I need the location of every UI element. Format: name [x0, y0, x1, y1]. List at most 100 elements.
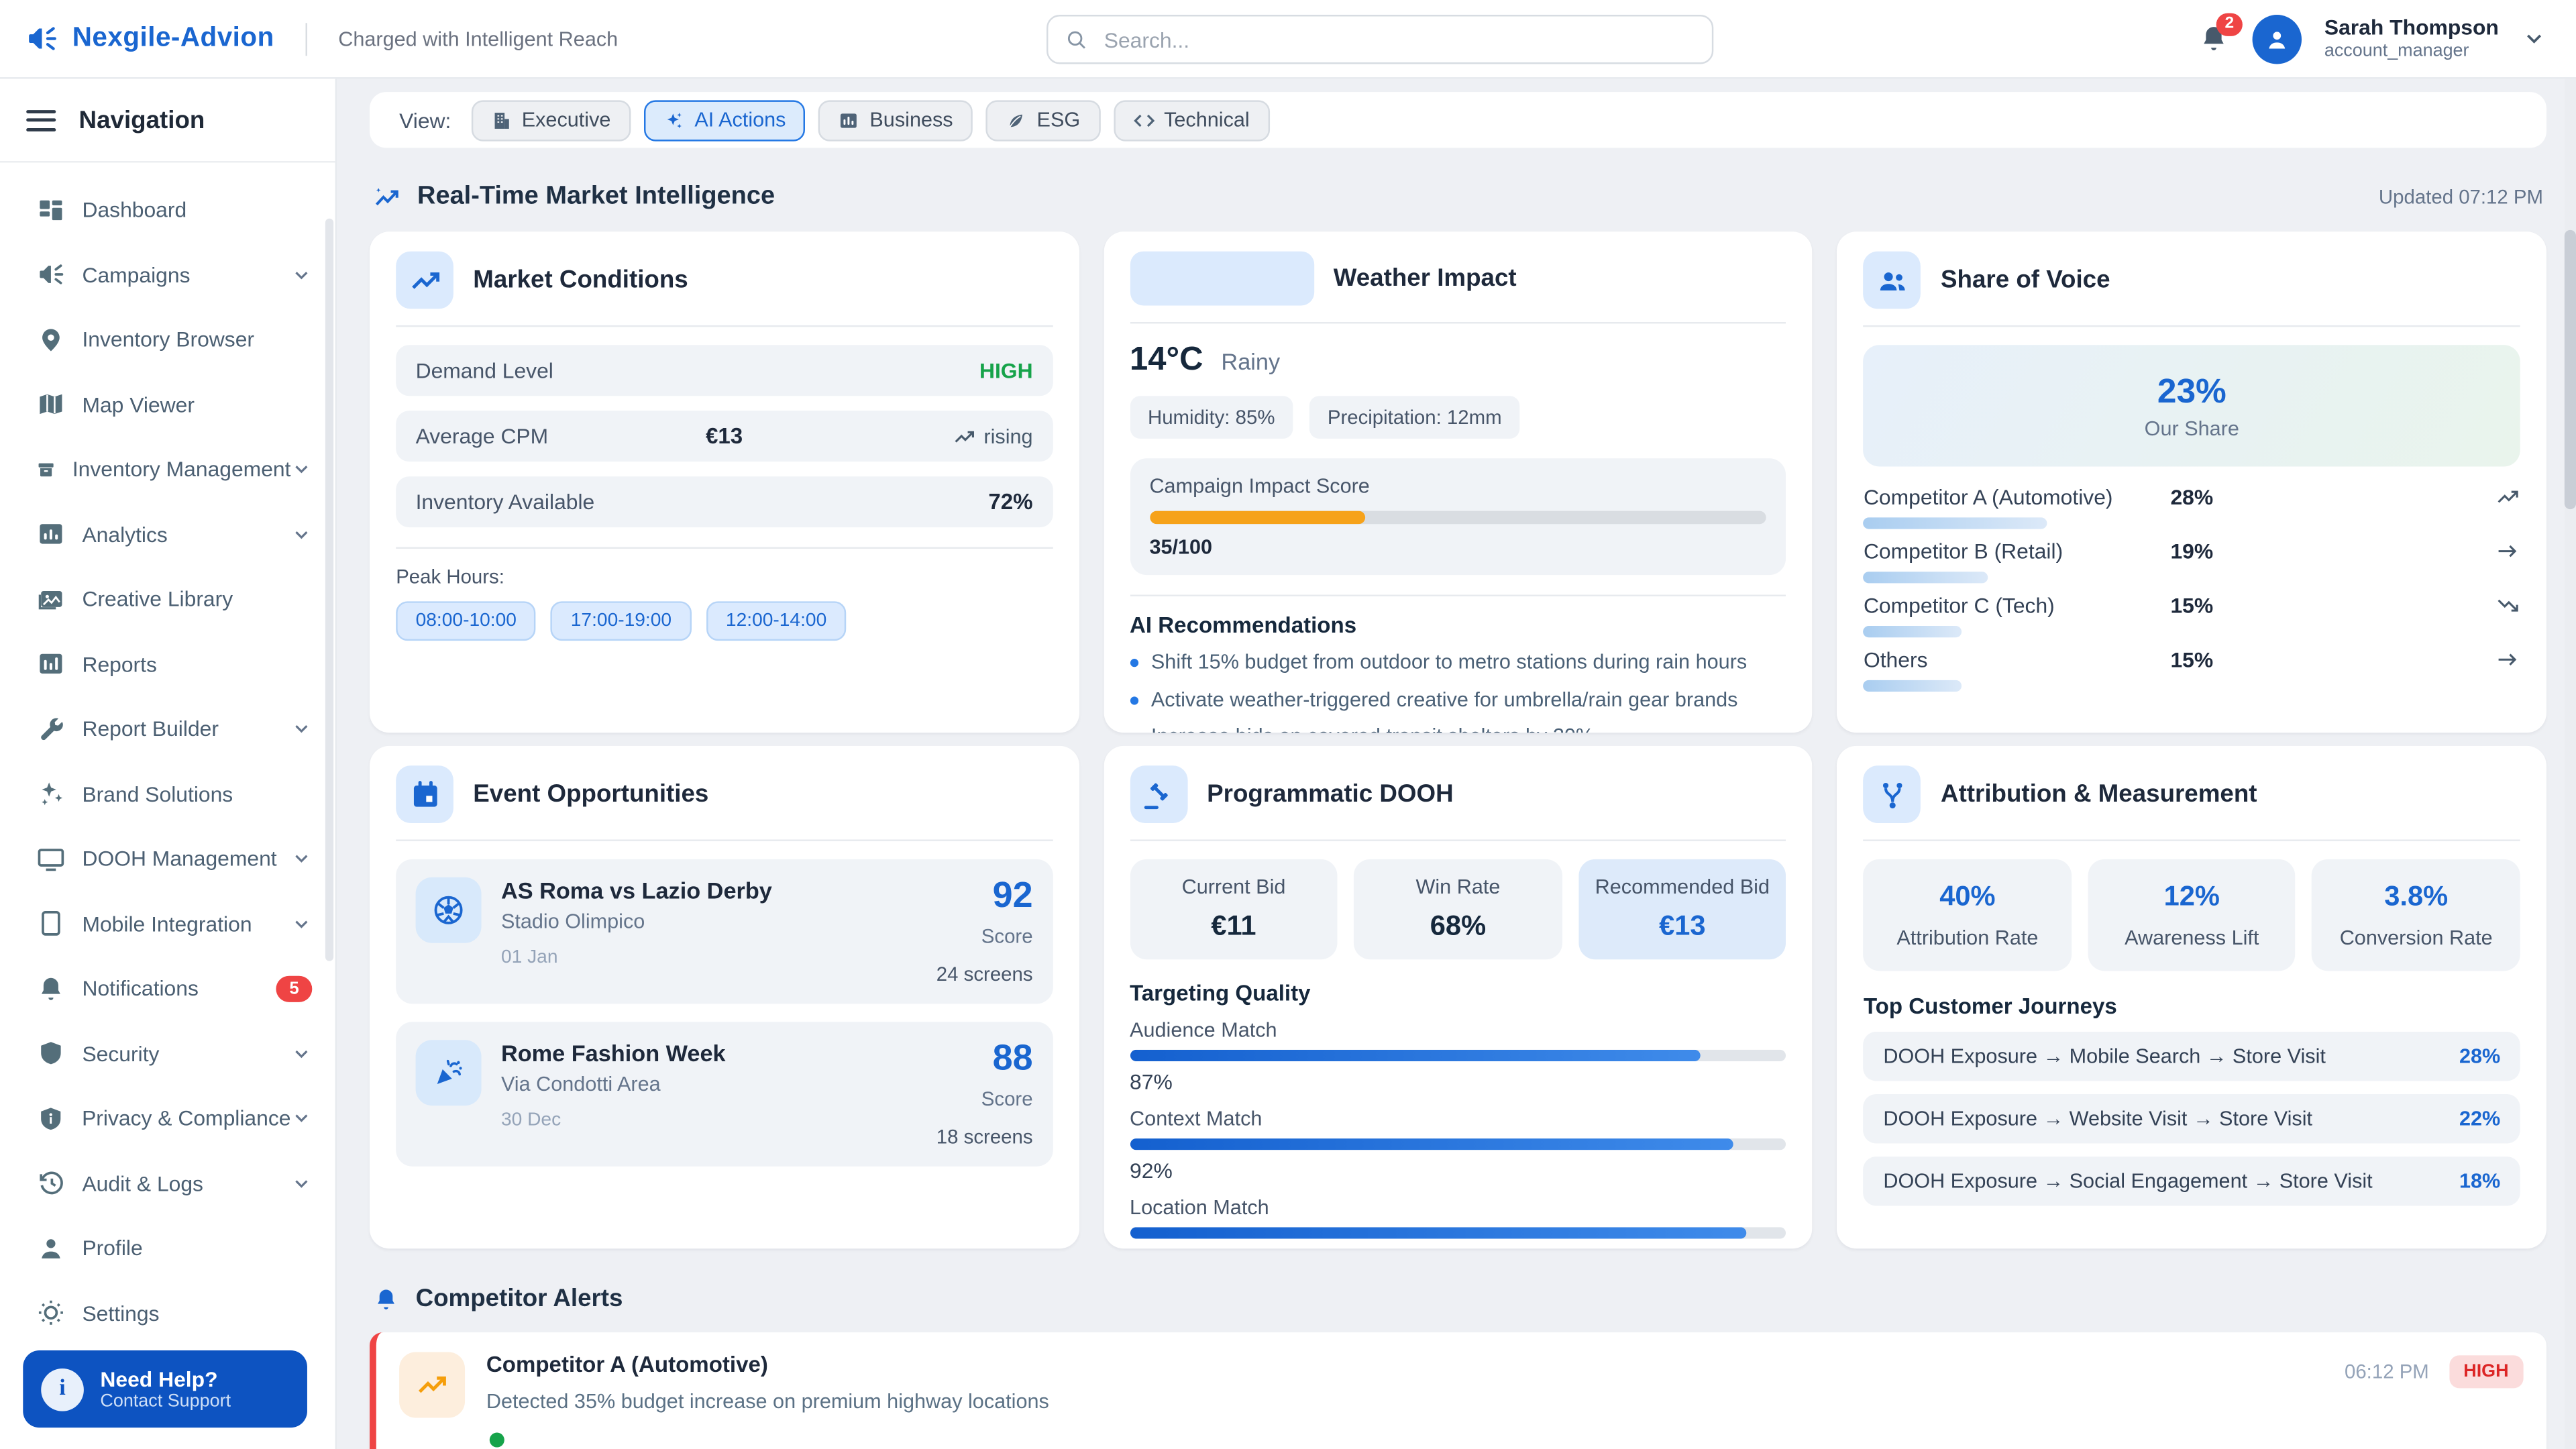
- weather-chips: Humidity: 85% Precipitation: 12mm: [1130, 396, 1786, 439]
- recommendation-item: Activate weather-triggered creative for …: [1130, 688, 1786, 713]
- journey-pct: 28%: [2459, 1045, 2500, 1068]
- bullet-dot: [1130, 659, 1138, 667]
- hamburger-menu-icon[interactable]: [26, 103, 56, 136]
- chevron-down-icon: [290, 718, 312, 740]
- tab-esg[interactable]: ESG: [986, 99, 1100, 140]
- card-header: Event Opportunities: [396, 765, 1053, 841]
- cpm-row: Average CPM €13 rising: [396, 411, 1053, 462]
- sidebar-item-dashboard[interactable]: Dashboard: [0, 177, 335, 242]
- competitor-alert-item[interactable]: Competitor A (Automotive) Detected 35% b…: [370, 1332, 2546, 1449]
- sidebar-item-inventory-browser[interactable]: Inventory Browser: [0, 307, 335, 372]
- notifications-count-badge: 5: [276, 976, 312, 1002]
- event-item[interactable]: Rome Fashion Week Via Condotti Area 30 D…: [396, 1022, 1053, 1167]
- competitor-share-bar: [1864, 680, 1962, 692]
- bar-track: [1130, 1050, 1786, 1061]
- page-scrollbar-thumb[interactable]: [2565, 230, 2576, 509]
- inventory-row: Inventory Available 72%: [396, 476, 1053, 527]
- search-bar[interactable]: [1046, 15, 1713, 64]
- event-item[interactable]: AS Roma vs Lazio Derby Stadio Olimpico 0…: [396, 859, 1053, 1004]
- weather-condition: Rainy: [1221, 348, 1280, 374]
- divider: [1130, 595, 1786, 596]
- bar-value: 87%: [1130, 1069, 1786, 1094]
- demand-level-row: Demand Level HIGH: [396, 345, 1053, 396]
- sidebar-item-analytics[interactable]: Analytics: [0, 502, 335, 567]
- bar-fill: [1130, 1050, 1701, 1061]
- bar-label: Location Match: [1130, 1196, 1786, 1219]
- bar-chart-icon: [36, 649, 66, 679]
- peak-chip: 17:00-19:00: [551, 601, 691, 641]
- sidebar-item-label: Audit & Logs: [82, 1171, 290, 1196]
- card-market-conditions: Market Conditions Demand Level HIGH Aver…: [370, 231, 1079, 733]
- stat-value: 68%: [1367, 910, 1549, 943]
- users-icon: [1864, 252, 1921, 309]
- bar-label: Context Match: [1130, 1108, 1786, 1130]
- gear-icon: [36, 1298, 66, 1328]
- sidebar-item-inventory-management[interactable]: Inventory Management: [0, 437, 335, 502]
- trending-up-icon: [396, 252, 453, 309]
- sidebar-item-mobile-integration[interactable]: Mobile Integration: [0, 892, 335, 957]
- sidebar-item-security[interactable]: Security: [0, 1021, 335, 1086]
- event-name: Rome Fashion Week: [501, 1040, 726, 1066]
- sidebar-item-privacy-compliance[interactable]: Privacy & Compliance: [0, 1086, 335, 1151]
- card-title: Attribution & Measurement: [1941, 780, 2257, 808]
- sidebar-item-profile[interactable]: Profile: [0, 1216, 335, 1281]
- body-row: Navigation Dashboard Campaigns Inventory…: [0, 79, 2576, 1449]
- image-icon: [36, 584, 66, 614]
- leaf-icon: [1006, 109, 1027, 131]
- tab-business[interactable]: Business: [818, 99, 973, 140]
- sidebar-item-label: Inventory Management: [72, 457, 291, 482]
- tab-label: ESG: [1037, 109, 1081, 131]
- sidebar-item-label: Settings: [82, 1301, 312, 1326]
- card-header: Market Conditions: [396, 252, 1053, 327]
- tab-ai-actions[interactable]: AI Actions: [643, 99, 805, 140]
- sidebar-scrollbar-thumb[interactable]: [325, 219, 333, 961]
- sidebar-item-report-builder[interactable]: Report Builder: [0, 696, 335, 761]
- monitor-icon: [36, 844, 66, 873]
- event-score-label: Score: [936, 925, 1033, 948]
- targeting-bar: Location Match 94%: [1130, 1196, 1786, 1248]
- card-weather-impact: Weather Impact 14°C Rainy Humidity: 85% …: [1104, 231, 1813, 733]
- tab-technical[interactable]: Technical: [1113, 99, 1269, 140]
- trend-up-icon: [399, 1352, 465, 1418]
- cpm-trend-text: rising: [983, 425, 1032, 447]
- sidebar-item-audit-logs[interactable]: Audit & Logs: [0, 1151, 335, 1216]
- sidebar-item-notifications[interactable]: Notifications 5: [0, 956, 335, 1021]
- sidebar-item-reports[interactable]: Reports: [0, 632, 335, 697]
- sidebar-item-campaigns[interactable]: Campaigns: [0, 242, 335, 307]
- user-icon: [2262, 24, 2292, 54]
- demand-label: Demand Level: [416, 358, 979, 383]
- recommendation-text: Increase bids on covered transit shelter…: [1151, 725, 1594, 733]
- help-support-button[interactable]: i Need Help? Contact Support: [23, 1350, 307, 1428]
- targeting-bar: Context Match 92%: [1130, 1108, 1786, 1183]
- stat-label: Attribution Rate: [1874, 926, 2062, 949]
- stat-label: Win Rate: [1367, 875, 1549, 898]
- bar-value: 92%: [1130, 1159, 1786, 1183]
- sidebar-item-map-viewer[interactable]: Map Viewer: [0, 372, 335, 437]
- card-header: Attribution & Measurement: [1864, 765, 2520, 841]
- competitor-share: 19%: [2170, 539, 2213, 564]
- notification-count-badge: 2: [2216, 13, 2242, 36]
- temperature-value: 14°C: [1130, 341, 1203, 379]
- section-title-wrap: Real-Time Market Intelligence: [373, 182, 775, 212]
- sidebar-item-creative-library[interactable]: Creative Library: [0, 567, 335, 632]
- chevron-down-icon: [290, 1108, 312, 1129]
- card-attribution-measurement: Attribution & Measurement 40% Attributio…: [1837, 746, 2546, 1248]
- sidebar-item-settings[interactable]: Settings: [0, 1281, 335, 1346]
- recommendation-text: Activate weather-triggered creative for …: [1151, 688, 1738, 713]
- notifications-bell-button[interactable]: 2: [2198, 23, 2229, 54]
- user-menu-chevron[interactable]: [2522, 26, 2546, 51]
- search-input[interactable]: [1101, 25, 1696, 54]
- topbar-right: 2 Sarah Thompson account_manager: [2198, 14, 2576, 63]
- tab-executive[interactable]: Executive: [471, 99, 631, 140]
- impact-progress-fill: [1149, 511, 1365, 525]
- competitor-alerts-header: Competitor Alerts: [370, 1285, 2546, 1313]
- app-window: Nexgile-Advion Charged with Intelligent …: [0, 0, 2576, 1449]
- sidebar-item-dooh-management[interactable]: DOOH Management: [0, 826, 335, 892]
- bar-fill: [1130, 1138, 1733, 1150]
- bar-label: Audience Match: [1130, 1018, 1786, 1041]
- avatar[interactable]: [2252, 14, 2301, 63]
- journey-row: DOOH Exposure → Mobile Search → Store Vi…: [1864, 1032, 2520, 1081]
- recommendation-text: Shift 15% budget from outdoor to metro s…: [1151, 651, 1747, 676]
- sidebar-item-brand-solutions[interactable]: Brand Solutions: [0, 761, 335, 826]
- trend-up-icon: [953, 425, 975, 447]
